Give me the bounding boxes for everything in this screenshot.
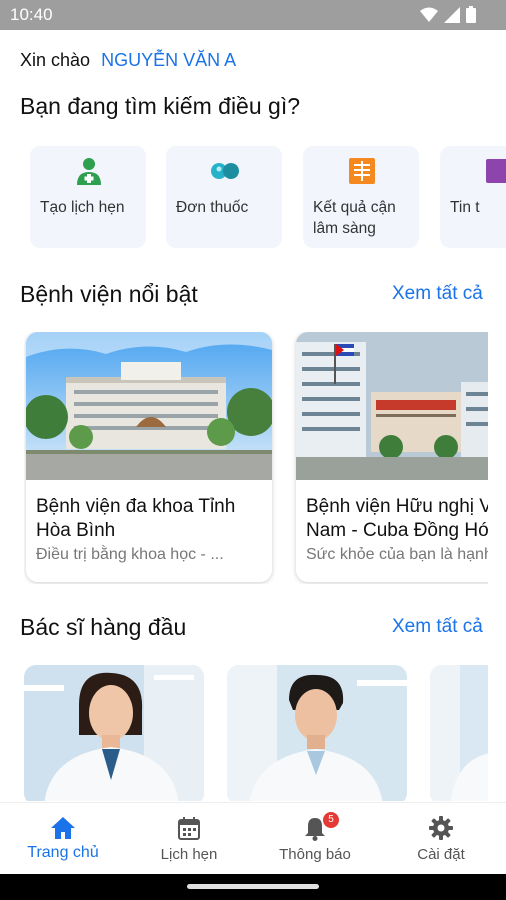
gear-icon	[429, 816, 453, 840]
doctor-card[interactable]	[227, 665, 407, 801]
battery-icon	[466, 6, 476, 23]
hospital-card[interactable]: Bệnh viện đa khoa Tỉnh Hòa Bình Điều trị…	[26, 332, 272, 582]
calendar-icon	[178, 817, 200, 840]
doctor-photo	[430, 665, 488, 801]
nav-home[interactable]: Trang chủ	[0, 803, 126, 875]
hospital-name-text: Bệnh viện Hữu nghị Việt Nam - Cuba Đồng …	[306, 496, 488, 541]
doctor-card[interactable]	[430, 665, 488, 801]
hospital-tagline: Điều trị bằng khoa học - ...	[36, 546, 224, 563]
nav-label: Trang chủ	[27, 844, 99, 861]
greeting: Xin chào NGUYỄN VĂN A	[20, 50, 236, 71]
wifi-icon	[420, 7, 438, 22]
doctor-list	[24, 665, 488, 801]
hospital-photo	[296, 332, 488, 480]
doctor-icon	[77, 158, 101, 185]
quick-actions: Tạo lịch hẹn Đơn thuốc Kết quả cận lâm s…	[30, 146, 506, 249]
nav-label: Thông báo	[279, 846, 351, 863]
hospital-name: Bệnh viện Hữu nghị Việt Nam - Cuba Đồng …	[306, 495, 488, 543]
hospital-list: Bệnh viện đa khoa Tỉnh Hòa Bình Điều trị…	[24, 332, 488, 584]
doctor-photo	[24, 665, 204, 801]
hospital-tagline: Sức khỏe của bạn là hạnh phúc	[306, 546, 488, 563]
hospitals-see-all-link[interactable]: Xem tất cả	[392, 283, 483, 305]
quick-action-news[interactable]: Tin t	[440, 146, 506, 248]
doctor-card[interactable]	[24, 665, 204, 801]
status-time: 10:40	[10, 5, 53, 24]
hospital-photo	[26, 332, 272, 480]
top-doctors-title: Bác sĩ hàng đầu	[20, 614, 187, 640]
hospital-card[interactable]: Bệnh viện Hữu nghị Việt Nam - Cuba Đồng …	[296, 332, 488, 582]
quick-action-appointment[interactable]: Tạo lịch hẹn	[30, 146, 146, 248]
nav-settings[interactable]: Cài đặt	[378, 803, 504, 875]
quick-action-lab-results[interactable]: Kết quả cận lâm sàng	[303, 146, 419, 248]
nav-appointments[interactable]: Lịch hẹn	[126, 803, 252, 875]
greeting-prefix: Xin chào	[20, 50, 91, 70]
user-name: NGUYỄN VĂN A	[101, 50, 237, 70]
notification-badge: 5	[323, 812, 339, 828]
home-gesture-handle[interactable]	[187, 884, 319, 889]
nav-notifications[interactable]: 5 Thông báo	[252, 803, 378, 875]
quick-action-label: Tạo lịch hẹn	[40, 199, 125, 216]
doctors-see-all-link[interactable]: Xem tất cả	[392, 616, 483, 638]
quick-action-label: Đơn thuốc	[176, 199, 249, 216]
xray-icon	[349, 158, 375, 184]
hospital-name: Bệnh viện đa khoa Tỉnh Hòa Bình	[36, 495, 268, 543]
nav-label: Lịch hẹn	[160, 846, 218, 863]
quick-action-label: Kết quả cận lâm sàng	[313, 199, 396, 237]
search-question: Bạn đang tìm kiếm điều gì?	[20, 93, 300, 119]
status-icons	[420, 6, 476, 23]
signal-icon	[444, 6, 460, 23]
doctor-photo	[227, 665, 407, 801]
hospital-name-text: Bệnh viện đa khoa Tỉnh Hòa Bình	[36, 496, 236, 541]
news-icon	[486, 159, 506, 183]
featured-hospitals-title: Bệnh viện nổi bật	[20, 281, 198, 307]
gesture-bar	[0, 874, 506, 900]
bottom-navigation: Trang chủ Lịch hẹn 5 Thông báo Cài đặt	[0, 802, 506, 875]
home-icon	[51, 817, 75, 839]
status-bar: 10:40	[0, 0, 506, 30]
nav-label: Cài đặt	[417, 846, 465, 863]
quick-action-label: Tin t	[450, 199, 480, 216]
pill-icon	[211, 163, 239, 179]
quick-action-prescription[interactable]: Đơn thuốc	[166, 146, 282, 248]
